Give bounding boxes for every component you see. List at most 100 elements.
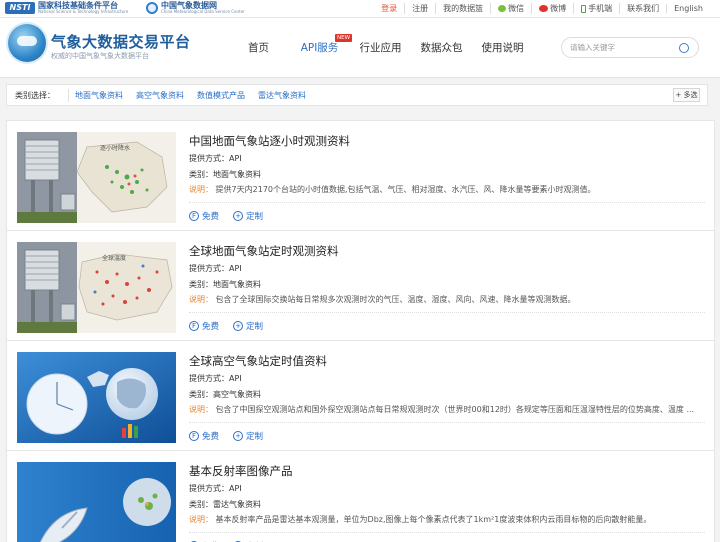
thumbnail-caption: 全球温度 [102, 254, 126, 262]
free-button[interactable]: F免费 [189, 430, 219, 442]
wechat-icon [498, 5, 507, 12]
top-links: 登录 注册 我的数据篮 微信 微博 手机端 联系我们 English [374, 0, 710, 17]
divider [189, 202, 705, 203]
partner-name-nsti-en: National Science & Technology Infrastruc… [38, 9, 129, 14]
description-text: 提供7天内2170个台站的小时值数据,包括气温、气压、相对湿度、水汽压、风、降水… [215, 185, 596, 194]
register-link[interactable]: 注册 [404, 3, 435, 14]
category-text: 类别：地面气象资料 [189, 170, 261, 179]
description-text: 包含了中国探空观测站点和国外探空观测站点每日常规观测时次（世界时00和12时）各… [215, 405, 695, 414]
search-icon[interactable] [679, 43, 689, 53]
free-label: 免费 [202, 322, 220, 332]
site-header: 气象大数据交易平台 权威的中国气象气象大数据平台 首页 API服务 NEW 行业… [0, 18, 720, 78]
free-button[interactable]: F免费 [189, 210, 219, 222]
partner-name-cma-en: China Meteorological Data Service Center [161, 9, 245, 14]
provider-text: 提供方式：API [189, 374, 242, 383]
wechat-link[interactable]: 微信 [490, 3, 531, 14]
description-label: 说明： [189, 185, 213, 194]
contact-link[interactable]: 联系我们 [619, 3, 666, 14]
category-radar[interactable]: 雷达气象资料 [258, 90, 306, 101]
thumbnail-caption: 逐小时降水 [100, 144, 130, 152]
product-title[interactable]: 全球地面气象站定时观测资料 [189, 243, 339, 259]
provider-text: 提供方式：API [189, 264, 242, 273]
category-label: 类别选择： [15, 91, 55, 100]
custom-label: 定制 [246, 432, 264, 442]
nav-help[interactable]: 使用说明 [472, 40, 533, 55]
product-thumbnail[interactable]: 逐小时降水 [17, 132, 176, 223]
list-item: 基本反射率图像产品 提供方式：API 类别：雷达气象资料 说明： 基本反射率产品… [7, 451, 714, 542]
data-basket-link[interactable]: 我的数据篮 [435, 3, 490, 14]
divider [189, 422, 705, 423]
category-text: 类别：高空气象资料 [189, 390, 261, 399]
platform-subtitle: 权威的中国气象气象大数据平台 [51, 52, 149, 60]
top-bar: NSTI 国家科技基础条件平台 National Science & Techn… [0, 0, 720, 18]
custom-label: 定制 [246, 322, 264, 332]
category-surface[interactable]: 地面气象资料 [75, 90, 123, 101]
nav-crowdsource[interactable]: 数据众包 [411, 40, 472, 55]
divider [189, 532, 705, 533]
cma-data-partner-link[interactable]: 中国气象数据网 China Meteorological Data Servic… [146, 2, 245, 14]
description: 说明： 基本反射率产品是雷达基本观测量，单位为Dbz,图像上每个像素点代表了1k… [189, 514, 705, 525]
custom-button[interactable]: +定制 [233, 210, 263, 222]
nsti-logo: NSTI [5, 2, 35, 14]
description: 说明： 提供7天内2170个台站的小时值数据,包括气温、气压、相对湿度、水汽压、… [189, 184, 705, 195]
list-item: 逐小时降水 中国地面气象站逐小时观测资料 提供方式：API 类别：地面气象资料 … [7, 121, 714, 231]
divider [189, 312, 705, 313]
description-label: 说明： [189, 295, 213, 304]
product-list: 逐小时降水 中国地面气象站逐小时观测资料 提供方式：API 类别：地面气象资料 … [6, 120, 715, 542]
custom-button[interactable]: +定制 [233, 430, 263, 442]
login-link[interactable]: 登录 [374, 3, 404, 14]
category-text: 类别：雷达气象资料 [189, 500, 261, 509]
description: 说明： 包含了全球国际交换站每日常规多次观测时次的气压、温度、湿度、风向、风速、… [189, 294, 705, 305]
search-input[interactable] [570, 41, 675, 54]
product-thumbnail[interactable] [17, 352, 176, 443]
nav-industry[interactable]: 行业应用 [350, 40, 411, 55]
multi-select-button[interactable]: + 多选 [673, 88, 700, 102]
product-thumbnail[interactable]: 全球温度 [17, 242, 176, 333]
provider-text: 提供方式：API [189, 154, 242, 163]
provider-text: 提供方式：API [189, 484, 242, 493]
list-item: 全球温度 全球地面气象站定时观测资料 提供方式：API 类别：地面气象资料 说明… [7, 231, 714, 341]
free-icon: F [189, 321, 199, 331]
custom-label: 定制 [246, 212, 264, 222]
description-text: 包含了全球国际交换站每日常规多次观测时次的气压、温度、湿度、风向、风速、降水量等… [215, 295, 576, 304]
free-label: 免费 [202, 212, 220, 222]
description-label: 说明： [189, 515, 213, 524]
cma-logo-icon [146, 2, 158, 14]
product-thumbnail[interactable] [17, 462, 176, 542]
plus-icon: + [233, 321, 244, 331]
list-item: 全球高空气象站定时值资料 提供方式：API 类别：高空气象资料 说明： 包含了中… [7, 341, 714, 451]
product-title[interactable]: 中国地面气象站逐小时观测资料 [189, 133, 350, 149]
category-upper-air[interactable]: 高空气象资料 [136, 90, 184, 101]
description-label: 说明： [189, 405, 213, 414]
custom-button[interactable]: +定制 [233, 320, 263, 332]
multi-select-label: 多选 [683, 91, 698, 99]
free-icon: F [189, 431, 199, 441]
weibo-link[interactable]: 微博 [531, 3, 573, 14]
nsti-partner-link[interactable]: NSTI 国家科技基础条件平台 National Science & Techn… [5, 2, 128, 14]
platform-title[interactable]: 气象大数据交易平台 [51, 31, 191, 52]
nav-api-service[interactable]: API服务 NEW [289, 34, 353, 55]
category-text: 类别：地面气象资料 [189, 280, 261, 289]
category-numerical-model[interactable]: 数值模式产品 [197, 90, 245, 101]
nav-home[interactable]: 首页 [228, 40, 289, 55]
platform-logo-icon[interactable] [8, 24, 46, 62]
wechat-label: 微信 [508, 4, 525, 13]
weibo-icon [539, 5, 549, 12]
mobile-icon [581, 4, 587, 13]
english-link[interactable]: English [666, 4, 710, 13]
description-text: 基本反射率产品是雷达基本观测量，单位为Dbz,图像上每个像素点代表了1km²1度… [215, 515, 652, 524]
plus-icon: + [233, 431, 244, 441]
main-nav: 首页 API服务 NEW 行业应用 数据众包 使用说明 [228, 34, 533, 55]
mobile-label: 手机端 [588, 4, 613, 13]
free-label: 免费 [202, 432, 220, 442]
product-title[interactable]: 基本反射率图像产品 [189, 463, 293, 479]
free-button[interactable]: F免费 [189, 320, 219, 332]
free-icon: F [189, 211, 199, 221]
search-box [561, 37, 699, 58]
plus-icon: + [233, 211, 244, 221]
category-filter-bar: 类别选择： 地面气象资料 高空气象资料 数值模式产品 雷达气象资料 + 多选 [6, 84, 708, 106]
category-divider [68, 89, 69, 102]
mobile-link[interactable]: 手机端 [573, 3, 619, 14]
description: 说明： 包含了中国探空观测站点和国外探空观测站点每日常规观测时次（世界时00和1… [189, 404, 705, 415]
product-title[interactable]: 全球高空气象站定时值资料 [189, 353, 327, 369]
